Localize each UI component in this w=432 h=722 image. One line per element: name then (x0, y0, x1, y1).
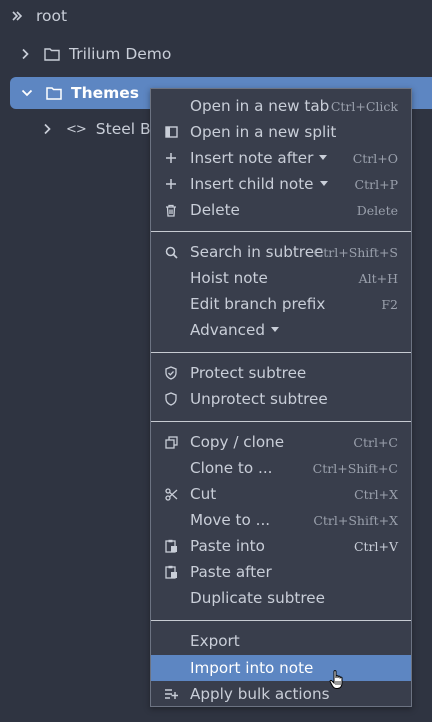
menu-item-copy-clone[interactable]: Copy / clone Ctrl+C (151, 429, 411, 455)
caret-down-icon (319, 181, 328, 186)
paste-icon (163, 538, 179, 554)
menu-item-edit-branch-prefix[interactable]: Edit branch prefix F2 (151, 291, 411, 317)
search-icon (163, 244, 179, 260)
paste-icon (163, 564, 179, 580)
folder-icon (44, 47, 60, 61)
menu-item-cut[interactable]: Cut Ctrl+X (151, 481, 411, 507)
menu-item-apply-bulk-actions[interactable]: Apply bulk actions (151, 681, 411, 707)
menu-separator (151, 421, 411, 422)
shield-check-icon (163, 365, 179, 381)
context-menu: Open in a new tab Ctrl+Click Open in a n… (150, 88, 412, 707)
menu-item-duplicate-subtree[interactable]: Duplicate subtree (151, 585, 411, 611)
split-icon (163, 124, 179, 140)
menu-item-import-into-note[interactable]: Import into note (151, 655, 411, 689)
trash-icon (163, 202, 179, 218)
menu-item-clone-to[interactable]: Clone to ... Ctrl+Shift+C (151, 455, 411, 481)
menu-item-search-in-subtree[interactable]: Search in subtree Ctrl+Shift+S (151, 239, 411, 265)
tree-root-label: root (36, 7, 68, 25)
menu-separator (151, 620, 411, 621)
menu-item-insert-note-after[interactable]: Insert note after Ctrl+O (151, 145, 411, 171)
caret-down-icon (319, 155, 328, 160)
plus-icon (163, 176, 179, 192)
tree-item-label: Trilium Demo (69, 45, 172, 63)
tree-root[interactable]: root (10, 3, 67, 29)
folder-icon (46, 86, 62, 100)
double-chevron-right-icon[interactable] (10, 9, 24, 23)
menu-item-open-new-tab[interactable]: Open in a new tab Ctrl+Click (151, 93, 411, 119)
plus-icon (163, 150, 179, 166)
menu-item-paste-after[interactable]: Paste after (151, 559, 411, 585)
caret-down-icon (271, 327, 280, 332)
menu-item-advanced[interactable]: Advanced (151, 317, 411, 343)
menu-item-insert-child-note[interactable]: Insert child note Ctrl+P (151, 171, 411, 197)
menu-separator (151, 231, 411, 232)
tree-item-label: Themes (71, 84, 140, 102)
chevron-down-icon[interactable] (20, 86, 34, 100)
menu-item-paste-into[interactable]: Paste into Ctrl+V (151, 533, 411, 559)
code-icon: <> (66, 121, 87, 137)
scissors-icon (163, 486, 179, 502)
menu-item-hoist-note[interactable]: Hoist note Alt+H (151, 265, 411, 291)
shield-icon (163, 391, 179, 407)
chevron-right-icon[interactable] (18, 47, 32, 61)
menu-item-open-new-split[interactable]: Open in a new split (151, 119, 411, 145)
menu-item-delete[interactable]: Delete Delete (151, 197, 411, 223)
tree-item-steel-blue[interactable]: <> Steel Blu (40, 116, 165, 142)
copy-icon (163, 434, 179, 450)
bulk-actions-icon (163, 686, 179, 702)
tree-item-trilium-demo[interactable]: Trilium Demo (18, 41, 171, 67)
chevron-right-icon[interactable] (40, 122, 54, 136)
menu-separator (151, 352, 411, 353)
menu-item-unprotect-subtree[interactable]: Unprotect subtree (151, 386, 411, 412)
menu-item-export[interactable]: Export (151, 628, 411, 654)
menu-item-move-to[interactable]: Move to ... Ctrl+Shift+X (151, 507, 411, 533)
menu-item-protect-subtree[interactable]: Protect subtree (151, 360, 411, 386)
